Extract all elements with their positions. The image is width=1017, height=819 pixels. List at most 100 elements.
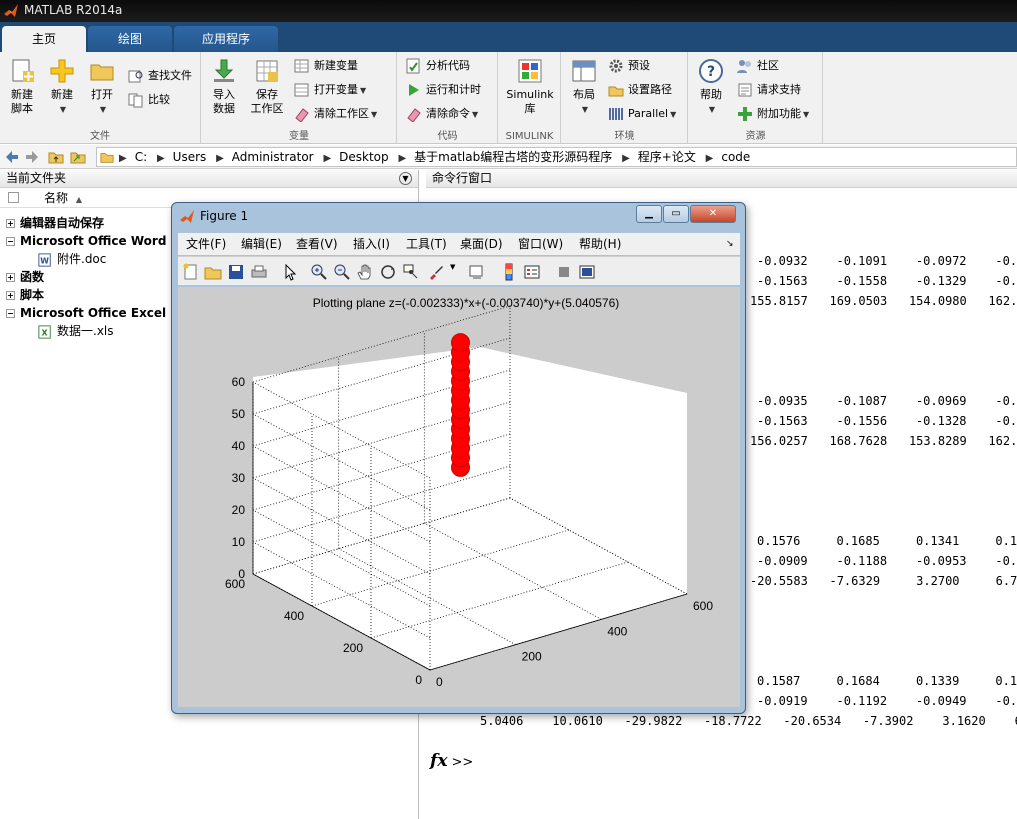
x-tick-label: 0 [436, 675, 443, 689]
figure-title: Figure 1 [200, 209, 249, 223]
back-arrow-icon[interactable] [4, 149, 20, 165]
rotate-3d-icon[interactable] [379, 263, 397, 281]
tree-group-excel[interactable]: − Microsoft Office Excel 97 [6, 304, 187, 322]
path-segment[interactable]: Administrator [232, 150, 314, 164]
figure-titlebar[interactable]: Figure 1 ▁ ▭ ✕ [172, 203, 745, 231]
tree-group-word[interactable]: − Microsoft Office Word 97 [6, 232, 187, 250]
preferences-button[interactable]: 预设 [608, 56, 650, 76]
tab-apps[interactable]: 应用程序 [174, 26, 278, 52]
request-support-button[interactable]: 请求支持 [737, 80, 801, 100]
run-and-time-button[interactable]: 运行和计时 [406, 80, 481, 100]
expand-icon[interactable]: + [6, 219, 15, 228]
figure-canvas[interactable]: 0 200 400 600 0 200 400 600 0 10 20 30 40 50 60 Plotti… [178, 287, 740, 707]
pan-hand-icon[interactable] [356, 263, 374, 281]
open-button[interactable]: 打开 ▼ [82, 56, 122, 124]
ribbon-group-variable: 导入 数据 保存 工作区 新建变量 打开变量 ▼ 清除工作区 ▼ 变量 [202, 52, 397, 144]
add-ons-button[interactable]: 附加功能 ▼ [737, 104, 809, 124]
save-icon[interactable] [227, 263, 245, 281]
tab-home[interactable]: 主页 [2, 26, 86, 52]
svg-text:X: X [42, 328, 48, 337]
current-path-field[interactable]: ▶ C: ▶ Users ▶ Administrator ▶ Desktop ▶ 基于ma… [96, 147, 1017, 167]
menu-tools[interactable]: 工具(T) [406, 233, 447, 255]
find-files-button[interactable]: 查找文件 [128, 66, 192, 86]
tree-file-xls[interactable]: X 数据一.xls [38, 322, 114, 340]
expand-icon[interactable]: + [6, 291, 15, 300]
path-segment[interactable]: code [721, 150, 750, 164]
scatter3-plot[interactable]: 020040060002004006000102030405060 Plotti… [178, 287, 740, 707]
parallel-button[interactable]: Parallel ▼ [608, 104, 676, 124]
print-icon[interactable] [250, 263, 268, 281]
forward-arrow-icon[interactable] [24, 149, 40, 165]
save-workspace-button[interactable]: 保存 工作区 [246, 56, 288, 124]
maximize-button[interactable]: ▭ [663, 205, 689, 223]
expand-icon[interactable]: + [6, 273, 15, 282]
new-figure-icon[interactable] [182, 263, 200, 281]
menu-file[interactable]: 文件(F) [186, 233, 226, 255]
show-plot-tools-icon[interactable] [578, 263, 596, 281]
panel-menu-icon[interactable]: ▼ [399, 172, 412, 185]
zoom-in-icon[interactable] [310, 263, 328, 281]
brush-icon[interactable] [427, 263, 445, 281]
simulink-library-button[interactable]: Simulink 库 [505, 56, 555, 124]
command-prompt[interactable]: fx >> [430, 751, 473, 771]
layout-button[interactable]: 布局 ▼ [564, 56, 604, 124]
new-script-label-2: 脚本 [11, 102, 33, 115]
colorbar-icon[interactable] [500, 263, 518, 281]
tree-group-functions[interactable]: + 函数 [6, 268, 44, 286]
request-support-icon [738, 83, 752, 97]
hide-plot-tools-icon[interactable] [555, 263, 573, 281]
close-button[interactable]: ✕ [690, 205, 736, 223]
brush-dropdown-icon[interactable]: ▼ [450, 263, 455, 271]
minimize-button[interactable]: ▁ [636, 205, 662, 223]
compare-button[interactable]: 比较 [128, 90, 170, 110]
analyze-code-button[interactable]: 分析代码 [406, 56, 470, 76]
import-data-button[interactable]: 导入 数据 [204, 56, 244, 124]
zoom-out-icon[interactable] [333, 263, 351, 281]
name-column-label: 名称 [44, 191, 69, 205]
tab-plots[interactable]: 绘图 [88, 26, 172, 52]
collapse-icon[interactable]: − [6, 309, 15, 318]
layout-icon [572, 60, 596, 82]
menu-window[interactable]: 窗口(W) [518, 233, 563, 255]
new-script-button[interactable]: 新建 脚本 [2, 56, 42, 124]
pointer-arrow-icon[interactable] [281, 263, 299, 281]
new-script-icon [12, 59, 34, 82]
menu-insert[interactable]: 插入(I) [353, 233, 390, 255]
path-segment[interactable]: Users [173, 150, 207, 164]
tree-file-doc[interactable]: W 附件.doc [38, 250, 106, 268]
menu-help[interactable]: 帮助(H) [579, 233, 621, 255]
fx-icon[interactable]: fx [430, 751, 447, 771]
select-all-checkbox[interactable] [8, 192, 19, 203]
browse-folder-icon[interactable] [70, 149, 86, 165]
x-tick-label: 400 [607, 624, 627, 638]
data-cursor-icon[interactable] [402, 263, 420, 281]
open-file-icon[interactable] [204, 263, 222, 281]
community-label: 社区 [757, 59, 779, 72]
open-label: 打开 [91, 88, 113, 101]
clear-workspace-button[interactable]: 清除工作区 ▼ [294, 104, 377, 124]
menu-edit[interactable]: 编辑(E) [241, 233, 282, 255]
path-segment[interactable]: 程序+论文 [638, 150, 696, 164]
tree-group-scripts[interactable]: + 脚本 [6, 286, 44, 304]
link-plot-icon[interactable] [468, 263, 486, 281]
file-group-label: 文件 [90, 131, 110, 142]
menu-view[interactable]: 查看(V) [296, 233, 338, 255]
new-variable-button[interactable]: 新建变量 [294, 56, 358, 76]
set-path-button[interactable]: 设置路径 [608, 80, 672, 100]
tree-group-autosave[interactable]: + 编辑器自动保存 [6, 214, 104, 232]
legend-icon[interactable] [523, 263, 541, 281]
clear-commands-button[interactable]: 清除命令 ▼ [406, 104, 478, 124]
menu-dock-icon[interactable]: ↘ [726, 233, 734, 255]
output-row: -0.0935 -0.1087 -0.0969 -0.1013 [757, 394, 1017, 408]
menu-desktop[interactable]: 桌面(D) [460, 233, 503, 255]
open-variable-button[interactable]: 打开变量 ▼ [294, 80, 366, 100]
collapse-icon[interactable]: − [6, 237, 15, 246]
figure-menubar: 文件(F) 编辑(E) 查看(V) 插入(I) 工具(T) 桌面(D) 窗口(W… [178, 233, 740, 255]
up-folder-icon[interactable] [48, 149, 64, 165]
path-segment[interactable]: 基于matlab编程古塔的变形源码程序 [414, 150, 612, 164]
new-button[interactable]: 新建 ▼ [42, 56, 82, 124]
help-button[interactable]: ? 帮助 ▼ [691, 56, 731, 124]
path-segment[interactable]: Desktop [339, 150, 389, 164]
path-segment[interactable]: C: [135, 150, 147, 164]
community-button[interactable]: 社区 [737, 56, 779, 76]
